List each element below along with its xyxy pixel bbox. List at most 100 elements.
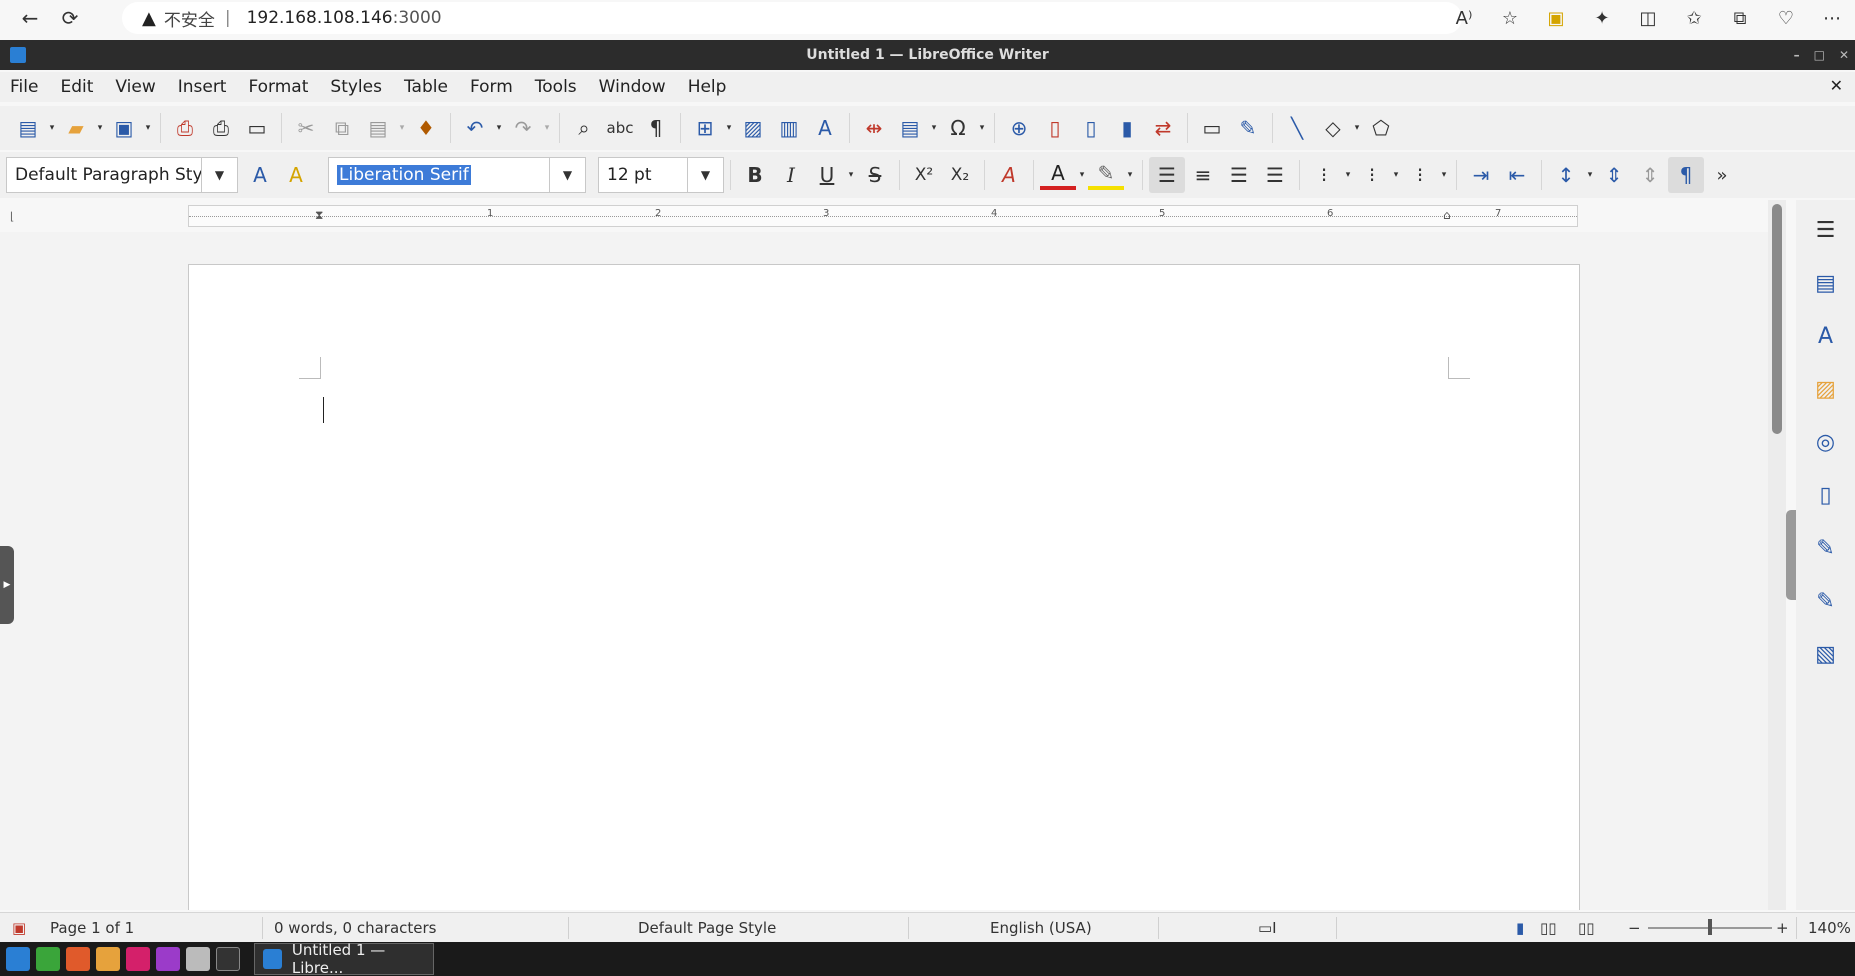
- undo-icon[interactable]: ↶: [457, 110, 493, 146]
- paste-icon[interactable]: ▤: [360, 110, 396, 146]
- menu-view[interactable]: View: [115, 77, 155, 97]
- font-color-dropdown-icon[interactable]: ▾: [1076, 170, 1088, 180]
- unordered-list-dropdown-icon[interactable]: ▾: [1342, 170, 1354, 180]
- language[interactable]: English (USA): [990, 919, 1092, 937]
- word-count[interactable]: 0 words, 0 characters: [274, 919, 437, 937]
- back-icon[interactable]: ←: [10, 0, 50, 36]
- endnote-icon[interactable]: ▯: [1073, 110, 1109, 146]
- menu-table[interactable]: Table: [404, 77, 448, 97]
- cross-reference-icon[interactable]: ⇄: [1145, 110, 1181, 146]
- taskbar-writer-icon[interactable]: [6, 947, 30, 971]
- footnote-icon[interactable]: ▯: [1037, 110, 1073, 146]
- outline-list-icon[interactable]: ⁝: [1402, 157, 1438, 193]
- export-pdf-icon[interactable]: ⎙: [167, 110, 203, 146]
- comment-icon[interactable]: ▭: [1194, 110, 1230, 146]
- address-bar[interactable]: ▲ 不安全 | 192.168.108.146:3000: [122, 2, 1462, 34]
- close-document-icon[interactable]: ✕: [1830, 76, 1843, 95]
- style-inspector-icon[interactable]: ✎: [1806, 528, 1846, 568]
- taskbar-terminal-icon[interactable]: [216, 947, 240, 971]
- page-icon[interactable]: ▯: [1806, 475, 1846, 515]
- open-dropdown-icon[interactable]: ▾: [94, 123, 106, 133]
- superscript-icon[interactable]: X²: [906, 157, 942, 193]
- formatting-marks-icon[interactable]: ¶: [638, 110, 674, 146]
- manage-changes-icon[interactable]: ✎: [1806, 581, 1846, 621]
- shapes-dropdown-icon[interactable]: ▾: [1351, 123, 1363, 133]
- page-style[interactable]: Default Page Style: [638, 919, 776, 937]
- strikethrough-icon[interactable]: S: [857, 157, 893, 193]
- horizontal-ruler[interactable]: ⧗ 1 2 3 4 5 6 7 ⌂: [188, 205, 1578, 227]
- page-count[interactable]: Page 1 of 1: [50, 919, 134, 937]
- paragraph-style-dropdown-icon[interactable]: ▼: [201, 158, 237, 192]
- document-modified-icon[interactable]: ▣: [12, 919, 26, 937]
- book-view-icon[interactable]: ▯▯: [1578, 919, 1595, 937]
- sidebar-collapse-handle[interactable]: [1786, 510, 1796, 600]
- clear-formatting-icon[interactable]: A: [991, 157, 1027, 193]
- table-dropdown-icon[interactable]: ▾: [723, 123, 735, 133]
- menu-help[interactable]: Help: [688, 77, 727, 97]
- zoom-slider-knob[interactable]: [1708, 919, 1712, 935]
- taskbar-base-icon[interactable]: [156, 947, 180, 971]
- collections-icon[interactable]: ⧉: [1717, 0, 1763, 36]
- italic-icon[interactable]: I: [773, 157, 809, 193]
- ordered-list-dropdown-icon[interactable]: ▾: [1390, 170, 1402, 180]
- sidebar-menu-icon[interactable]: ☰: [1806, 210, 1846, 250]
- update-style-icon[interactable]: A: [242, 157, 278, 193]
- taskbar-active-window[interactable]: Untitled 1 — Libre...: [254, 941, 434, 976]
- right-indent-marker[interactable]: ⌂: [1443, 208, 1455, 224]
- redo-dropdown-icon[interactable]: ▾: [541, 123, 553, 133]
- favorite-star-icon[interactable]: ☆: [1487, 0, 1533, 36]
- new-document-icon[interactable]: ▤: [10, 110, 46, 146]
- copy-icon[interactable]: ⧉: [324, 110, 360, 146]
- paragraph-style-combo[interactable]: Default Paragraph Styl ▼: [6, 157, 238, 193]
- hyperlink-icon[interactable]: ⊕: [1001, 110, 1037, 146]
- font-name-combo[interactable]: Liberation Serif ▼: [328, 157, 586, 193]
- font-name-dropdown-icon[interactable]: ▼: [549, 158, 585, 192]
- save-icon[interactable]: ▣: [106, 110, 142, 146]
- draw-functions-icon[interactable]: ⬠: [1363, 110, 1399, 146]
- properties-icon[interactable]: ▤: [1806, 263, 1846, 303]
- font-size-dropdown-icon[interactable]: ▼: [687, 158, 723, 192]
- new-style-icon[interactable]: A: [278, 157, 314, 193]
- refresh-icon[interactable]: ⟳: [50, 0, 90, 36]
- align-center-icon[interactable]: ≡: [1185, 157, 1221, 193]
- menu-form[interactable]: Form: [470, 77, 513, 97]
- browser-essentials-icon[interactable]: ♡: [1763, 0, 1809, 36]
- page-break-icon[interactable]: ⇹: [856, 110, 892, 146]
- outline-dropdown-icon[interactable]: ▾: [1438, 170, 1450, 180]
- align-left-icon[interactable]: ☰: [1149, 157, 1185, 193]
- taskbar-calc-icon[interactable]: [36, 947, 60, 971]
- menu-tools[interactable]: Tools: [535, 77, 577, 97]
- left-indent-marker[interactable]: ⧗: [315, 208, 327, 224]
- document-page[interactable]: [188, 264, 1580, 910]
- bold-icon[interactable]: B: [737, 157, 773, 193]
- paragraph-style-value[interactable]: Default Paragraph Styl: [7, 165, 201, 185]
- highlight-dropdown-icon[interactable]: ▾: [1124, 170, 1136, 180]
- print-icon[interactable]: ⎙: [203, 110, 239, 146]
- menu-edit[interactable]: Edit: [60, 77, 93, 97]
- underline-dropdown-icon[interactable]: ▾: [845, 170, 857, 180]
- close-window-icon[interactable]: ✕: [1839, 48, 1849, 62]
- font-size-value[interactable]: 12 pt: [599, 165, 687, 185]
- cut-icon[interactable]: ✂: [288, 110, 324, 146]
- special-character-icon[interactable]: Ω: [940, 110, 976, 146]
- menu-window[interactable]: Window: [599, 77, 666, 97]
- ordered-list-icon[interactable]: ⁝: [1354, 157, 1390, 193]
- track-changes-icon[interactable]: ✎: [1230, 110, 1266, 146]
- line-spacing-dropdown-icon[interactable]: ▾: [1584, 170, 1596, 180]
- insert-line-icon[interactable]: ╲: [1279, 110, 1315, 146]
- find-replace-icon[interactable]: ⌕: [566, 110, 602, 146]
- toolbar-overflow-icon[interactable]: »: [1704, 157, 1740, 193]
- split-screen-icon[interactable]: ◫: [1625, 0, 1671, 36]
- menu-file[interactable]: File: [10, 77, 38, 97]
- increase-paragraph-spacing-icon[interactable]: ⇕: [1596, 157, 1632, 193]
- menu-insert[interactable]: Insert: [178, 77, 227, 97]
- zoom-out-icon[interactable]: −: [1628, 919, 1641, 937]
- gallery-icon[interactable]: ▨: [1806, 369, 1846, 409]
- save-dropdown-icon[interactable]: ▾: [142, 123, 154, 133]
- menu-format[interactable]: Format: [248, 77, 308, 97]
- bookmark-icon[interactable]: ▮: [1109, 110, 1145, 146]
- more-menu-icon[interactable]: ⋯: [1809, 0, 1855, 36]
- subscript-icon[interactable]: X₂: [942, 157, 978, 193]
- insert-field-icon[interactable]: ▤: [892, 110, 928, 146]
- minimize-icon[interactable]: –: [1794, 48, 1800, 62]
